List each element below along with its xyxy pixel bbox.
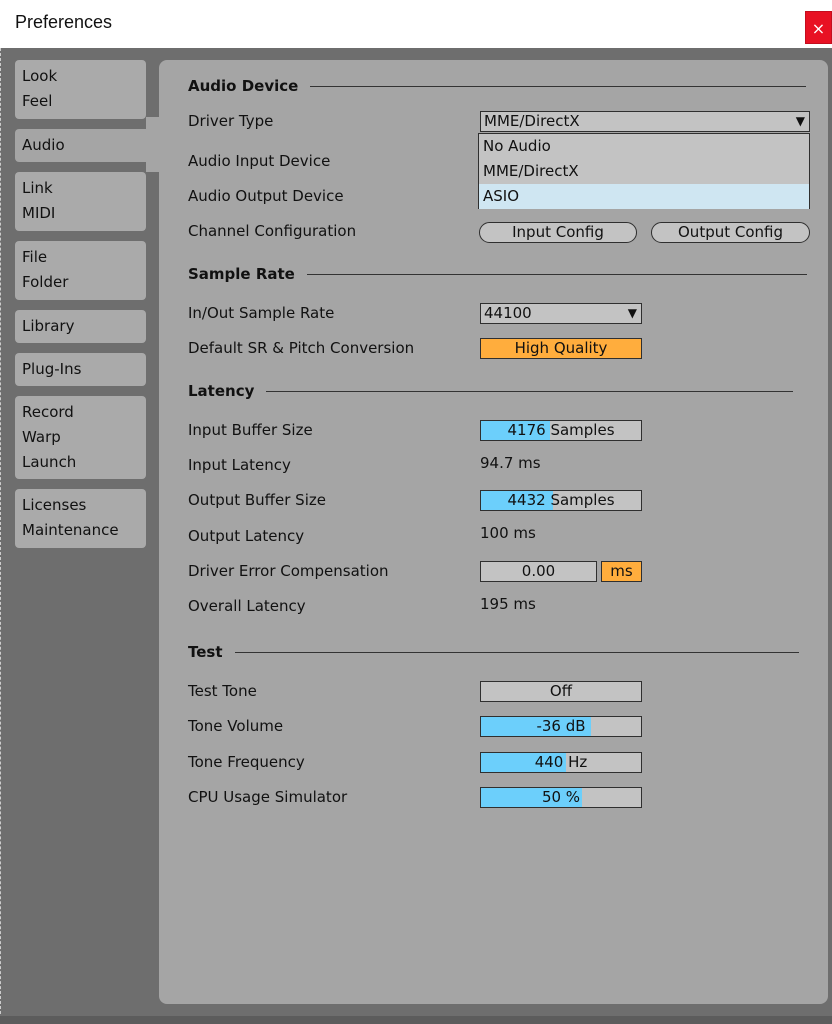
section-heading: Sample Rate xyxy=(188,265,295,283)
sample-rate-dropdown[interactable]: 44100 ▼ xyxy=(480,303,642,324)
section-heading: Latency xyxy=(188,382,255,400)
input-buffer-size-label: Input Buffer Size xyxy=(188,421,313,439)
driver-option-no-audio[interactable]: No Audio xyxy=(479,134,809,159)
tone-frequency-value: 440 Hz xyxy=(534,753,588,771)
tab-look-feel[interactable]: Look Feel xyxy=(15,60,146,119)
window-bottom-edge xyxy=(0,1016,832,1024)
driver-error-compensation-label: Driver Error Compensation xyxy=(188,562,389,580)
output-latency-label: Output Latency xyxy=(188,527,305,545)
tab-label: File xyxy=(22,248,48,266)
pitch-conversion-label: Default SR & Pitch Conversion xyxy=(188,339,415,357)
pitch-conversion-value: High Quality xyxy=(514,339,608,357)
error-compensation-unit-label: ms xyxy=(610,562,633,580)
tab-licenses-maintenance[interactable]: Licenses Maintenance xyxy=(15,489,146,548)
tab-label: Library xyxy=(22,317,75,335)
cpu-usage-value: 50 % xyxy=(541,788,581,806)
inout-sample-rate-label: In/Out Sample Rate xyxy=(188,304,335,322)
window-title: Preferences xyxy=(15,12,113,32)
tab-label: Maintenance xyxy=(22,521,119,539)
output-buffer-size-slider[interactable]: 4432 Samples xyxy=(480,490,642,511)
driver-type-options: No Audio MME/DirectX ASIO xyxy=(478,133,810,209)
channel-configuration-label: Channel Configuration xyxy=(188,222,357,240)
tab-label: Licenses xyxy=(22,496,87,514)
section-audio-device: Audio Device xyxy=(188,77,807,95)
tab-library[interactable]: Library xyxy=(15,310,146,343)
cpu-usage-slider[interactable]: 50 % xyxy=(480,787,642,808)
title-bar: Preferences × xyxy=(0,0,832,48)
tone-volume-value: -36 dB xyxy=(536,717,586,735)
close-icon: × xyxy=(811,19,826,38)
input-buffer-value: 4176 xyxy=(507,421,546,439)
input-buffer-unit: Samples xyxy=(550,421,615,439)
tab-file-folder[interactable]: File Folder xyxy=(15,241,146,300)
tone-frequency-slider[interactable]: 440 Hz xyxy=(480,752,642,773)
error-compensation-value: 0.00 xyxy=(521,562,556,580)
tab-label: Link xyxy=(22,179,53,197)
tab-label: Warp xyxy=(22,428,61,446)
section-heading: Audio Device xyxy=(188,77,299,95)
input-config-button[interactable]: Input Config xyxy=(479,222,637,243)
section-divider xyxy=(266,390,794,392)
tab-label: Feel xyxy=(22,92,53,110)
driver-type-label: Driver Type xyxy=(188,112,274,130)
tab-label: Look xyxy=(22,67,58,85)
output-buffer-value: 4432 xyxy=(507,491,546,509)
tab-label: Folder xyxy=(22,273,69,291)
section-test: Test xyxy=(188,643,799,661)
test-tone-toggle[interactable]: Off xyxy=(480,681,642,702)
overall-latency-value: 195 ms xyxy=(480,595,536,613)
tab-link-midi[interactable]: Link MIDI xyxy=(15,172,146,231)
overall-latency-label: Overall Latency xyxy=(188,597,306,615)
chevron-down-icon: ▼ xyxy=(795,114,805,128)
window-left-edge xyxy=(0,48,2,1024)
sample-rate-value: 44100 xyxy=(484,304,532,322)
test-tone-value: Off xyxy=(549,682,573,700)
test-tone-label: Test Tone xyxy=(188,682,257,700)
input-latency-label: Input Latency xyxy=(188,456,291,474)
output-config-button[interactable]: Output Config xyxy=(651,222,810,243)
error-compensation-unit: ms xyxy=(601,561,642,582)
tab-connector xyxy=(146,160,160,172)
tab-label: Record xyxy=(22,403,74,421)
tab-record-warp-launch[interactable]: Record Warp Launch xyxy=(15,396,146,479)
output-latency-value: 100 ms xyxy=(480,524,536,542)
section-divider xyxy=(306,273,807,275)
input-latency-value: 94.7 ms xyxy=(480,454,541,472)
input-buffer-size-slider[interactable]: 4176 Samples xyxy=(480,420,642,441)
audio-input-device-label: Audio Input Device xyxy=(188,152,331,170)
section-heading: Test xyxy=(188,643,223,661)
output-buffer-size-label: Output Buffer Size xyxy=(188,491,326,509)
tab-label: Plug-Ins xyxy=(22,360,82,378)
close-button[interactable]: × xyxy=(805,11,832,44)
section-divider xyxy=(234,651,799,653)
tab-label: Launch xyxy=(22,453,77,471)
driver-type-dropdown[interactable]: MME/DirectX ▼ xyxy=(480,111,810,132)
section-divider xyxy=(310,85,807,87)
audio-output-device-label: Audio Output Device xyxy=(188,187,344,205)
tab-label: MIDI xyxy=(22,204,56,222)
tone-volume-label: Tone Volume xyxy=(188,717,284,735)
tab-audio[interactable]: Audio xyxy=(15,129,159,162)
driver-option-asio[interactable]: ASIO xyxy=(479,184,809,209)
tab-plug-ins[interactable]: Plug-Ins xyxy=(15,353,146,386)
tab-connector xyxy=(146,117,160,129)
driver-option-mme-directx[interactable]: MME/DirectX xyxy=(479,159,809,184)
section-latency: Latency xyxy=(188,382,794,400)
pitch-conversion-toggle[interactable]: High Quality xyxy=(480,338,642,359)
driver-error-compensation-input[interactable]: 0.00 xyxy=(480,561,597,582)
cpu-usage-simulator-label: CPU Usage Simulator xyxy=(188,788,348,806)
tab-label: Audio xyxy=(22,136,65,154)
output-buffer-unit: Samples xyxy=(550,491,615,509)
tone-volume-slider[interactable]: -36 dB xyxy=(480,716,642,737)
section-sample-rate: Sample Rate xyxy=(188,265,807,283)
tone-frequency-label: Tone Frequency xyxy=(188,753,305,771)
driver-type-value: MME/DirectX xyxy=(484,112,580,130)
chevron-down-icon: ▼ xyxy=(627,306,637,320)
